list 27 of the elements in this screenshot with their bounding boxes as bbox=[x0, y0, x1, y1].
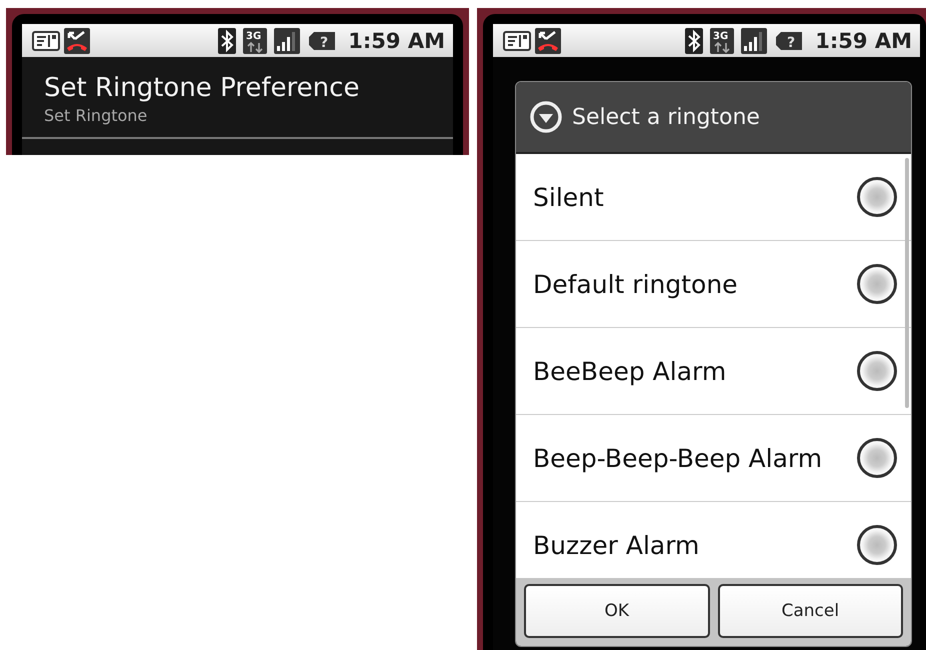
radio-button[interactable] bbox=[857, 438, 897, 478]
preference-item[interactable]: Set Ringtone Preference Set Ringtone bbox=[22, 57, 453, 139]
preference-title: Set Ringtone Preference bbox=[44, 72, 360, 105]
radio-button[interactable] bbox=[857, 525, 897, 565]
3g-data-icon: 3G bbox=[243, 28, 268, 54]
notification-card-icon[interactable] bbox=[32, 28, 60, 52]
radio-button[interactable] bbox=[857, 264, 897, 304]
dialog-title: Select a ringtone bbox=[572, 104, 760, 130]
preference-summary: Set Ringtone bbox=[44, 105, 148, 127]
battery-unknown-icon: ? bbox=[307, 30, 338, 52]
cancel-button[interactable]: Cancel bbox=[718, 584, 903, 638]
bluetooth-icon bbox=[685, 28, 704, 54]
clock-time: 1:59 AM bbox=[815, 28, 912, 52]
missed-call-icon[interactable] bbox=[64, 28, 90, 54]
radio-button[interactable] bbox=[857, 351, 897, 391]
signal-bars-icon bbox=[274, 28, 300, 54]
3g-data-icon: 3G bbox=[710, 28, 734, 54]
bluetooth-icon bbox=[218, 28, 236, 54]
signal-bars-icon bbox=[741, 28, 768, 54]
ringtone-option[interactable]: Beep-Beep-Beep Alarm bbox=[516, 415, 911, 502]
battery-unknown-icon: ? bbox=[774, 30, 804, 52]
clock-time: 1:59 AM bbox=[348, 28, 445, 52]
missed-call-icon[interactable] bbox=[535, 28, 561, 54]
radio-button[interactable] bbox=[857, 177, 897, 217]
dropdown-circle-icon bbox=[530, 101, 562, 133]
ok-button[interactable]: OK bbox=[524, 584, 710, 638]
notification-card-icon[interactable] bbox=[503, 28, 531, 52]
